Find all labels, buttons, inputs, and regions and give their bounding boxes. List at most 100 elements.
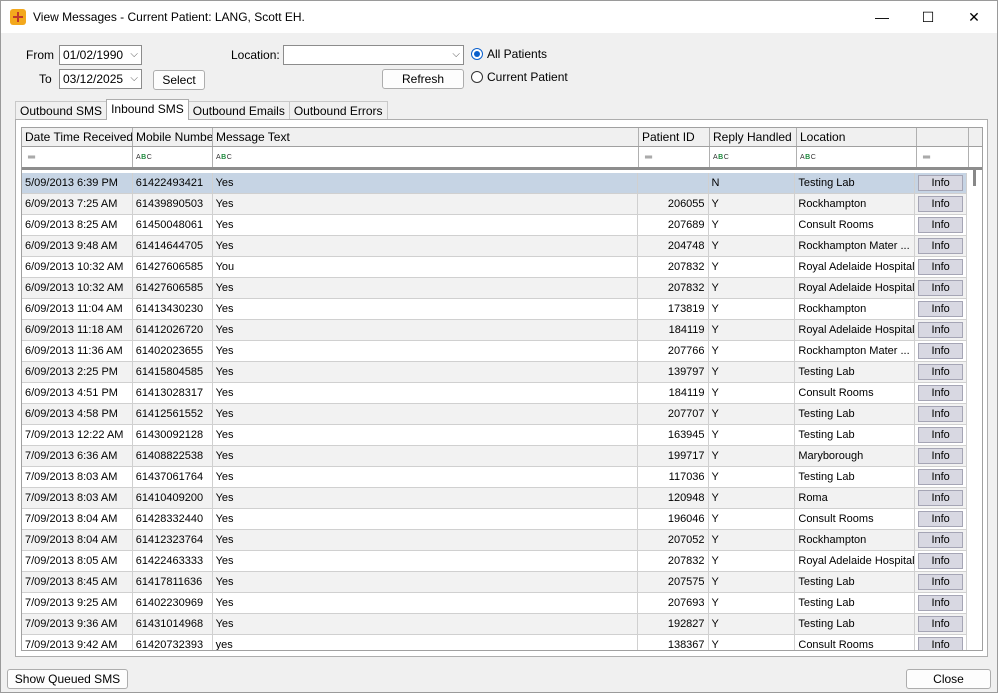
info-button[interactable]: Info: [918, 238, 964, 254]
column-header-location[interactable]: Location: [797, 128, 917, 146]
info-button[interactable]: Info: [918, 553, 964, 569]
info-button[interactable]: Info: [918, 616, 964, 632]
info-button[interactable]: Info: [918, 469, 964, 485]
info-button[interactable]: Info: [918, 511, 964, 527]
cell-mobile: 61430092128: [133, 425, 213, 445]
column-header-patient-id[interactable]: Patient ID: [639, 128, 710, 146]
info-button[interactable]: Info: [918, 322, 964, 338]
refresh-button[interactable]: Refresh: [382, 69, 464, 89]
column-header-date-time[interactable]: Date Time Received: [22, 128, 133, 146]
table-row[interactable]: 6/09/2013 10:32 AM 61427606585 Yes 207832 Y R…: [22, 278, 968, 299]
info-button[interactable]: Info: [918, 406, 964, 422]
cell-patient-id: 199717: [638, 446, 709, 466]
show-queued-sms-button[interactable]: Show Queued SMS: [7, 669, 128, 689]
table-row[interactable]: 6/09/2013 9:48 AM 61414644705 Yes 204748 Y Ro…: [22, 236, 968, 257]
text-filter-icon: ABC: [136, 153, 153, 161]
select-button[interactable]: Select: [153, 70, 205, 90]
vertical-scrollbar[interactable]: [967, 170, 982, 650]
grid-header-row: Date Time Received Mobile Number Message…: [22, 128, 982, 147]
filter-info[interactable]: ═: [917, 147, 969, 167]
cell-mobile: 61402023655: [133, 341, 213, 361]
close-window-button[interactable]: ✕: [951, 1, 997, 33]
table-row[interactable]: 6/09/2013 11:04 AM 61413430230 Yes 173819 Y R…: [22, 299, 968, 320]
table-row[interactable]: 7/09/2013 9:42 AM 61420732393 yes 138367 Y Co…: [22, 635, 968, 650]
maximize-button[interactable]: ☐: [905, 1, 951, 33]
chevron-down-icon[interactable]: ⌵: [452, 46, 460, 64]
table-row[interactable]: 6/09/2013 11:36 AM 61402023655 Yes 207766 Y R…: [22, 341, 968, 362]
table-row[interactable]: 6/09/2013 4:58 PM 61412561552 Yes 207707 Y Te…: [22, 404, 968, 425]
cell-date-time: 7/09/2013 8:03 AM: [22, 488, 133, 508]
cell-info: Info: [915, 383, 968, 403]
column-header-message[interactable]: Message Text: [213, 128, 639, 146]
cell-patient-id: 206055: [638, 194, 709, 214]
table-row[interactable]: 7/09/2013 9:25 AM 61402230969 Yes 207693 Y Te…: [22, 593, 968, 614]
info-button[interactable]: Info: [918, 595, 964, 611]
table-row[interactable]: 6/09/2013 4:51 PM 61413028317 Yes 184119 Y Co…: [22, 383, 968, 404]
filter-message[interactable]: ABC: [213, 147, 639, 167]
info-button[interactable]: Info: [918, 490, 964, 506]
table-row[interactable]: 7/09/2013 8:04 AM 61412323764 Yes 207052 Y Ro…: [22, 530, 968, 551]
table-row[interactable]: 7/09/2013 8:45 AM 61417811636 Yes 207575 Y Te…: [22, 572, 968, 593]
column-header-mobile[interactable]: Mobile Number: [133, 128, 213, 146]
column-header-reply-handled[interactable]: Reply Handled: [710, 128, 797, 146]
minimize-button[interactable]: —: [859, 1, 905, 33]
cell-location: Royal Adelaide Hospital: [795, 551, 916, 571]
all-patients-radio[interactable]: All Patients: [471, 47, 547, 61]
chevron-down-icon[interactable]: ⌵: [130, 46, 138, 64]
cell-reply-handled: Y: [709, 299, 796, 319]
cell-reply-handled: Y: [709, 404, 796, 424]
filter-date-time[interactable]: ═: [22, 147, 133, 167]
tab-outbound-sms[interactable]: Outbound SMS: [15, 101, 108, 120]
cell-message: Yes: [213, 320, 638, 340]
chevron-down-icon[interactable]: ⌵: [130, 70, 138, 88]
table-row[interactable]: 6/09/2013 11:18 AM 61412026720 Yes 184119 Y R…: [22, 320, 968, 341]
table-row[interactable]: 7/09/2013 6:36 AM 61408822538 Yes 199717 Y Ma…: [22, 446, 968, 467]
filter-location[interactable]: ABC: [797, 147, 917, 167]
tab-outbound-errors[interactable]: Outbound Errors: [288, 101, 388, 120]
info-button[interactable]: Info: [918, 301, 964, 317]
location-select[interactable]: ⌵: [283, 45, 464, 65]
cell-mobile: 61417811636: [133, 572, 213, 592]
info-button[interactable]: Info: [918, 196, 964, 212]
filter-mobile[interactable]: ABC: [133, 147, 213, 167]
table-row[interactable]: 6/09/2013 8:25 AM 61450048061 Yes 207689 Y Co…: [22, 215, 968, 236]
table-row[interactable]: 6/09/2013 7:25 AM 61439890503 Yes 206055 Y Ro…: [22, 194, 968, 215]
table-row[interactable]: 7/09/2013 8:03 AM 61410409200 Yes 120948 Y Ro…: [22, 488, 968, 509]
table-row[interactable]: 6/09/2013 10:32 AM 61427606585 You 207832 Y R…: [22, 257, 968, 278]
info-button[interactable]: Info: [918, 364, 964, 380]
table-row[interactable]: 7/09/2013 8:03 AM 61437061764 Yes 117036 Y Te…: [22, 467, 968, 488]
info-button[interactable]: Info: [918, 448, 964, 464]
filter-reply-handled[interactable]: ABC: [710, 147, 797, 167]
cell-date-time: 7/09/2013 8:03 AM: [22, 467, 133, 487]
filter-patient-id[interactable]: ═: [639, 147, 710, 167]
to-date-field[interactable]: 03/12/2025 ⌵: [59, 69, 142, 89]
current-patient-radio[interactable]: Current Patient: [471, 70, 568, 84]
table-row[interactable]: 5/09/2013 6:39 PM 61422493421 Yes N Testing …: [22, 173, 968, 194]
info-button[interactable]: Info: [918, 280, 964, 296]
table-row[interactable]: 7/09/2013 12:22 AM 61430092128 Yes 163945 Y T…: [22, 425, 968, 446]
info-button[interactable]: Info: [918, 532, 964, 548]
from-date-field[interactable]: 01/02/1990 ⌵: [59, 45, 142, 65]
scrollbar-thumb[interactable]: [973, 170, 976, 186]
table-row[interactable]: 7/09/2013 8:04 AM 61428332440 Yes 196046 Y Co…: [22, 509, 968, 530]
info-button[interactable]: Info: [918, 343, 964, 359]
info-button[interactable]: Info: [918, 637, 964, 650]
cell-patient-id: 207689: [638, 215, 709, 235]
cell-date-time: 7/09/2013 9:25 AM: [22, 593, 133, 613]
info-button[interactable]: Info: [918, 385, 964, 401]
cell-mobile: 61427606585: [133, 278, 213, 298]
table-row[interactable]: 6/09/2013 2:25 PM 61415804585 Yes 139797 Y Te…: [22, 362, 968, 383]
tab-inbound-sms[interactable]: Inbound SMS: [106, 99, 189, 120]
info-button[interactable]: Info: [918, 175, 964, 191]
cell-location: Testing Lab: [795, 173, 916, 193]
tab-outbound-emails[interactable]: Outbound Emails: [187, 101, 290, 120]
table-row[interactable]: 7/09/2013 8:05 AM 61422463333 Yes 207832 Y Ro…: [22, 551, 968, 572]
close-button[interactable]: Close: [906, 669, 991, 689]
table-row[interactable]: 7/09/2013 9:36 AM 61431014968 Yes 192827 Y Te…: [22, 614, 968, 635]
equals-filter-icon: ═: [28, 151, 36, 163]
info-button[interactable]: Info: [918, 427, 964, 443]
cell-location: Testing Lab: [795, 572, 916, 592]
info-button[interactable]: Info: [918, 259, 964, 275]
info-button[interactable]: Info: [918, 574, 964, 590]
info-button[interactable]: Info: [918, 217, 964, 233]
